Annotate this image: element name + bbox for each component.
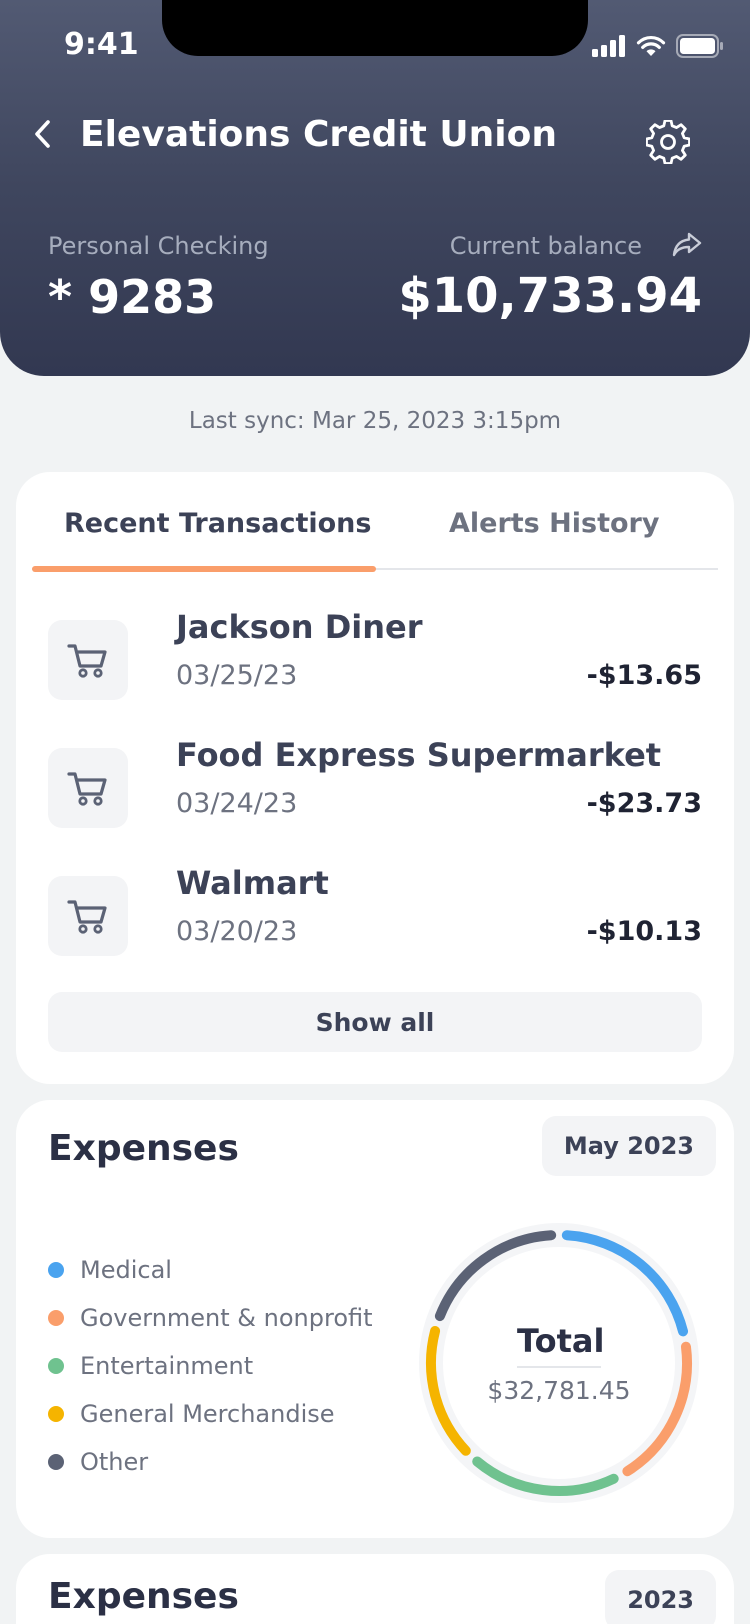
transaction-name: Food Express Supermarket bbox=[176, 736, 662, 774]
transaction-date: 03/24/23 bbox=[176, 788, 298, 819]
legend-dot bbox=[48, 1358, 64, 1374]
page-title: Elevations Credit Union bbox=[80, 114, 557, 155]
transaction-date: 03/20/23 bbox=[176, 916, 298, 947]
transaction-row[interactable]: Food Express Supermarket 03/24/23 -$23.7… bbox=[48, 736, 702, 832]
legend-dot bbox=[48, 1406, 64, 1422]
device-notch bbox=[162, 0, 588, 56]
transaction-row[interactable]: Jackson Diner 03/25/23 -$13.65 bbox=[48, 608, 702, 704]
legend-item: Entertainment bbox=[48, 1342, 373, 1390]
legend-dot bbox=[48, 1262, 64, 1278]
expenses-title: Expenses bbox=[48, 1128, 239, 1169]
legend-label: Government & nonprofit bbox=[80, 1304, 373, 1332]
transaction-amount: -$23.73 bbox=[586, 788, 702, 819]
expenses-period-selector[interactable]: May 2023 bbox=[541, 1116, 716, 1176]
expenses-yearly-title: Expenses bbox=[48, 1576, 239, 1617]
legend-dot bbox=[48, 1454, 64, 1470]
expenses-card: Expenses May 2023 Medical Government & n… bbox=[16, 1100, 734, 1538]
show-all-button[interactable]: Show all bbox=[48, 992, 702, 1052]
transactions-card: Recent Transactions Alerts History Jacks… bbox=[16, 472, 734, 1084]
expenses-legend: Medical Government & nonprofit Entertain… bbox=[48, 1246, 373, 1486]
active-tab-indicator bbox=[32, 566, 376, 572]
legend-label: Other bbox=[80, 1448, 149, 1476]
transaction-date: 03/25/23 bbox=[176, 660, 298, 691]
legend-label: General Merchandise bbox=[80, 1400, 335, 1428]
legend-item: General Merchandise bbox=[48, 1390, 373, 1438]
legend-label: Entertainment bbox=[80, 1352, 254, 1380]
expenses-yearly-card: Expenses 2023 bbox=[16, 1554, 734, 1624]
transaction-amount: -$13.65 bbox=[586, 660, 702, 691]
cart-icon bbox=[48, 876, 128, 956]
donut-total-value: $32,781.45 bbox=[487, 1375, 631, 1405]
wifi-icon bbox=[636, 35, 666, 56]
legend-dot bbox=[48, 1310, 64, 1326]
share-icon[interactable] bbox=[672, 230, 702, 260]
legend-item: Government & nonprofit bbox=[48, 1294, 373, 1342]
expenses-yearly-period-selector[interactable]: 2023 bbox=[605, 1570, 716, 1624]
transaction-row[interactable]: Walmart 03/20/23 -$10.13 bbox=[48, 864, 702, 960]
legend-label: Medical bbox=[80, 1256, 172, 1284]
legend-item: Medical bbox=[48, 1246, 373, 1294]
account-number: * 9283 bbox=[48, 270, 217, 324]
signal-icon bbox=[592, 35, 625, 57]
tab-recent-transactions[interactable]: Recent Transactions bbox=[64, 508, 371, 539]
cart-icon bbox=[48, 748, 128, 828]
donut-total-label: Total bbox=[517, 1322, 604, 1368]
balance-label: Current balance bbox=[449, 232, 642, 260]
status-time: 9:41 bbox=[64, 27, 139, 62]
donut-center: Total $32,781.45 bbox=[414, 1218, 704, 1508]
cart-icon bbox=[48, 620, 128, 700]
balance-amount: $10,733.94 bbox=[398, 268, 702, 324]
transaction-amount: -$10.13 bbox=[586, 916, 702, 947]
last-sync-text: Last sync: Mar 25, 2023 3:15pm bbox=[188, 408, 562, 434]
account-header: 9:41 Elevations Credit Union Personal Ch… bbox=[0, 0, 750, 376]
chevron-left-icon[interactable] bbox=[28, 114, 60, 154]
account-type-label: Personal Checking bbox=[48, 232, 269, 260]
gear-icon[interactable] bbox=[646, 120, 690, 164]
legend-item: Other bbox=[48, 1438, 373, 1486]
battery-icon bbox=[676, 34, 723, 58]
transaction-name: Jackson Diner bbox=[176, 608, 423, 646]
transaction-name: Walmart bbox=[176, 864, 329, 902]
status-icons bbox=[592, 34, 724, 58]
tab-alerts-history[interactable]: Alerts History bbox=[449, 508, 659, 539]
